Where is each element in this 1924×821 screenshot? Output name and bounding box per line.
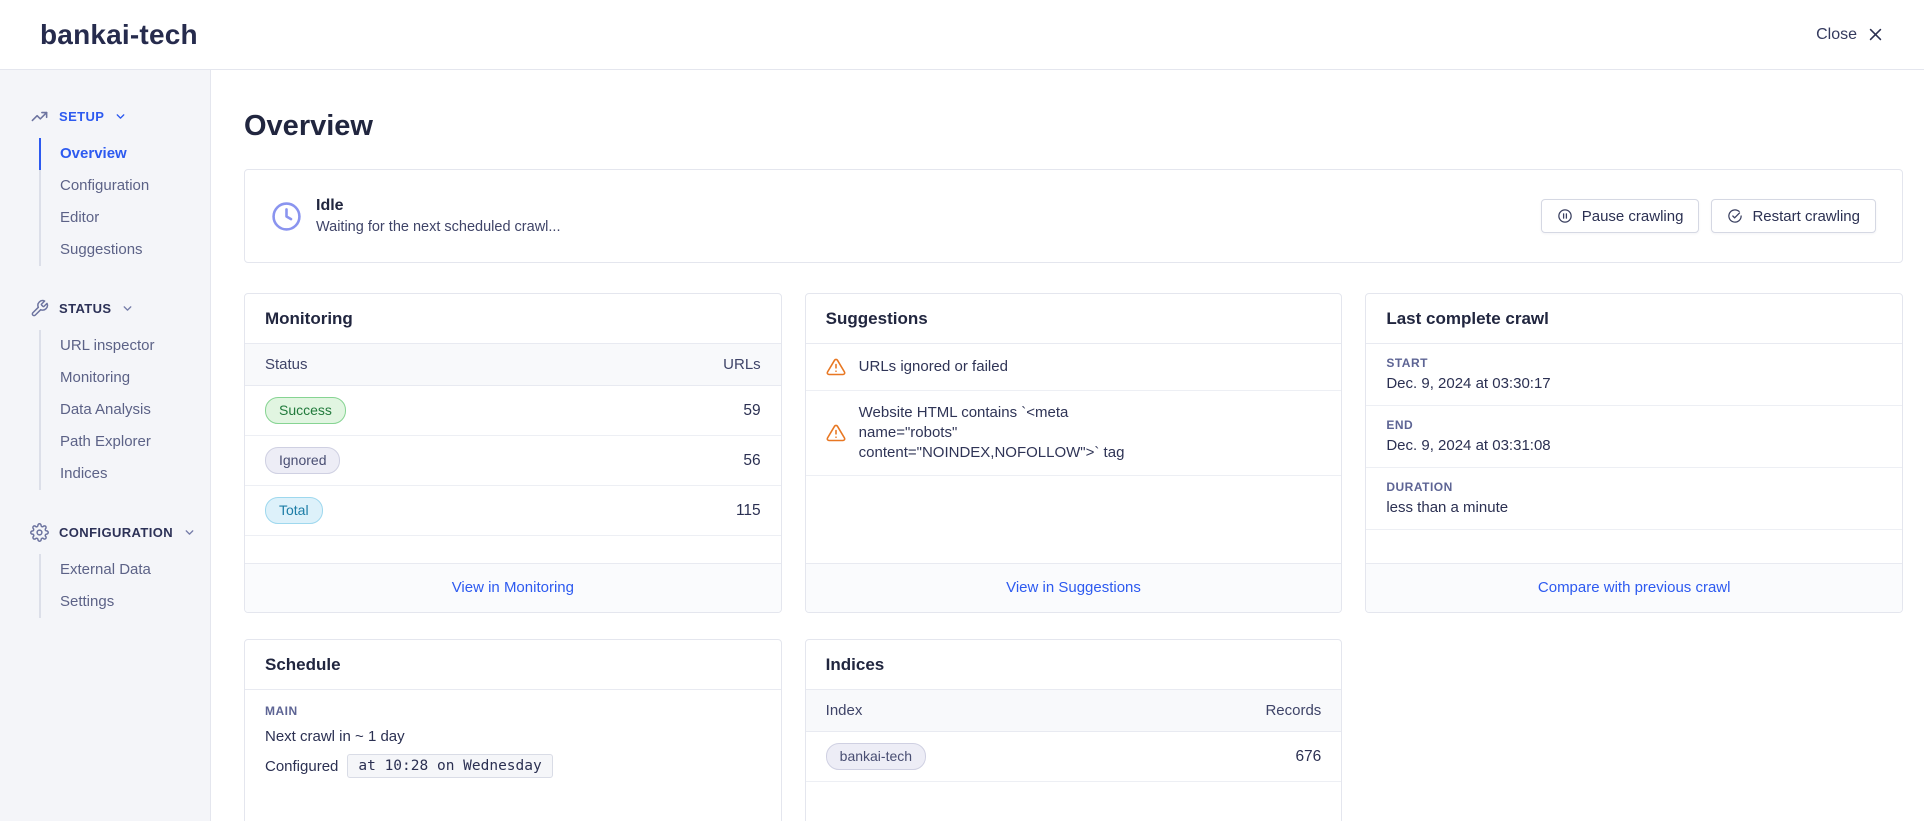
monitoring-card-title: Monitoring [245, 294, 781, 344]
field-value: Dec. 9, 2024 at 03:31:08 [1386, 437, 1882, 454]
top-bar: bankai-tech Close [0, 0, 1924, 70]
crawl-end-field: END Dec. 9, 2024 at 03:31:08 [1366, 406, 1902, 468]
field-value: less than a minute [1386, 499, 1882, 516]
sidebar-group-configuration[interactable]: CONFIGURATION [30, 522, 210, 542]
restart-crawling-label: Restart crawling [1752, 208, 1860, 225]
configured-label: Configured [265, 758, 338, 775]
restart-check-icon [1727, 208, 1743, 224]
crawl-start-field: START Dec. 9, 2024 at 03:30:17 [1366, 344, 1902, 406]
sidebar-group-setup[interactable]: SETUP [30, 106, 210, 126]
sidebar-group-label: SETUP [59, 109, 104, 124]
sidebar-group-label: CONFIGURATION [59, 525, 173, 540]
close-label: Close [1816, 26, 1857, 44]
pause-circle-icon [1557, 208, 1573, 224]
sidebar-item-external-data[interactable]: External Data [39, 554, 210, 586]
records-count: 676 [1295, 748, 1321, 766]
sidebar-item-settings[interactable]: Settings [39, 586, 210, 618]
field-label: START [1386, 356, 1882, 370]
crawl-state: Idle [316, 197, 560, 215]
trending-up-icon [30, 107, 49, 126]
monitoring-table-header: Status URLs [245, 344, 781, 386]
crawler-app: bankai-tech Close SETUP Overview Config [0, 0, 1924, 821]
url-count: 59 [743, 402, 760, 420]
table-row: Total 115 [245, 486, 781, 536]
suggestion-item: URLs ignored or failed [806, 344, 1342, 391]
restart-crawling-button[interactable]: Restart crawling [1711, 199, 1876, 233]
url-count: 115 [736, 502, 761, 520]
crawl-status-banner: Idle Waiting for the next scheduled craw… [244, 169, 1903, 263]
sidebar-item-path-explorer[interactable]: Path Explorer [39, 426, 210, 458]
sidebar-group-label: STATUS [59, 301, 111, 316]
sidebar-group-status[interactable]: STATUS [30, 298, 210, 318]
suggestion-text: Website HTML contains `<meta name="robot… [859, 403, 1164, 463]
compare-previous-crawl-link[interactable]: Compare with previous crawl [1538, 579, 1731, 596]
monitoring-card: Monitoring Status URLs Success 59 Ignore… [244, 293, 782, 613]
schedule-card: Schedule MAIN Next crawl in ~ 1 day Conf… [244, 639, 782, 821]
view-in-suggestions-link[interactable]: View in Suggestions [1006, 579, 1141, 596]
table-row: Success 59 [245, 386, 781, 436]
suggestions-card-footer: View in Suggestions [806, 563, 1342, 612]
setup-nav-items: Overview Configuration Editor Suggestion… [39, 138, 210, 266]
last-crawl-card-title: Last complete crawl [1366, 294, 1902, 344]
status-badge: Total [265, 497, 323, 524]
suggestion-text: URLs ignored or failed [859, 357, 1008, 377]
crawler-name: bankai-tech [40, 19, 198, 51]
column-status: Status [265, 356, 308, 373]
url-count: 56 [743, 452, 760, 470]
suggestions-card-title: Suggestions [806, 294, 1342, 344]
page-title: Overview [244, 111, 1903, 141]
column-records: Records [1265, 702, 1321, 719]
table-row: bankai-tech 676 [806, 732, 1342, 782]
sidebar-item-overview[interactable]: Overview [39, 138, 210, 170]
pause-crawling-label: Pause crawling [1582, 208, 1684, 225]
column-index: Index [826, 702, 863, 719]
view-in-monitoring-link[interactable]: View in Monitoring [452, 579, 574, 596]
pause-crawling-button[interactable]: Pause crawling [1541, 199, 1700, 233]
sidebar-item-monitoring[interactable]: Monitoring [39, 362, 210, 394]
gear-icon [30, 523, 49, 542]
status-badge: Ignored [265, 447, 340, 474]
clock-icon [271, 201, 302, 232]
suggestion-item: Website HTML contains `<meta name="robot… [806, 391, 1342, 476]
status-badge: Success [265, 397, 346, 424]
field-label: DURATION [1386, 480, 1882, 494]
sidebar-item-suggestions[interactable]: Suggestions [39, 234, 210, 266]
field-value: Dec. 9, 2024 at 03:30:17 [1386, 375, 1882, 392]
crawl-state-description: Waiting for the next scheduled crawl... [316, 219, 560, 235]
sidebar-item-url-inspector[interactable]: URL inspector [39, 330, 210, 362]
indices-card-title: Indices [806, 640, 1342, 690]
indices-card: Indices Index Records bankai-tech 676 [805, 639, 1343, 821]
next-crawl-text: Next crawl in ~ 1 day [265, 728, 761, 745]
status-nav-items: URL inspector Monitoring Data Analysis P… [39, 330, 210, 490]
monitoring-card-footer: View in Monitoring [245, 563, 781, 612]
suggestions-card: Suggestions URLs ignored or failed Websi… [805, 293, 1343, 613]
schedule-card-title: Schedule [245, 640, 781, 690]
schedule-section-label: MAIN [265, 704, 761, 718]
indices-table-header: Index Records [806, 690, 1342, 732]
sidebar-item-configuration[interactable]: Configuration [39, 170, 210, 202]
warning-triangle-icon [826, 423, 846, 443]
main-content: Overview Idle Waiting for the next sched… [211, 70, 1924, 821]
schedule-expression: at 10:28 on Wednesday [347, 754, 552, 778]
sidebar-item-editor[interactable]: Editor [39, 202, 210, 234]
last-crawl-card: Last complete crawl START Dec. 9, 2024 a… [1365, 293, 1903, 613]
chevron-down-icon [114, 110, 127, 123]
sidebar-item-indices[interactable]: Indices [39, 458, 210, 490]
chevron-down-icon [183, 526, 196, 539]
close-icon [1867, 26, 1884, 43]
wrench-icon [30, 299, 49, 318]
warning-triangle-icon [826, 357, 846, 377]
sidebar-item-data-analysis[interactable]: Data Analysis [39, 394, 210, 426]
field-label: END [1386, 418, 1882, 432]
close-button[interactable]: Close [1816, 26, 1884, 44]
crawl-duration-field: DURATION less than a minute [1366, 468, 1902, 530]
table-row: Ignored 56 [245, 436, 781, 486]
index-name-badge[interactable]: bankai-tech [826, 743, 926, 770]
last-crawl-card-footer: Compare with previous crawl [1366, 563, 1902, 612]
configuration-nav-items: External Data Settings [39, 554, 210, 618]
column-urls: URLs [723, 356, 761, 373]
sidebar: SETUP Overview Configuration Editor Sugg… [0, 70, 211, 821]
chevron-down-icon [121, 302, 134, 315]
